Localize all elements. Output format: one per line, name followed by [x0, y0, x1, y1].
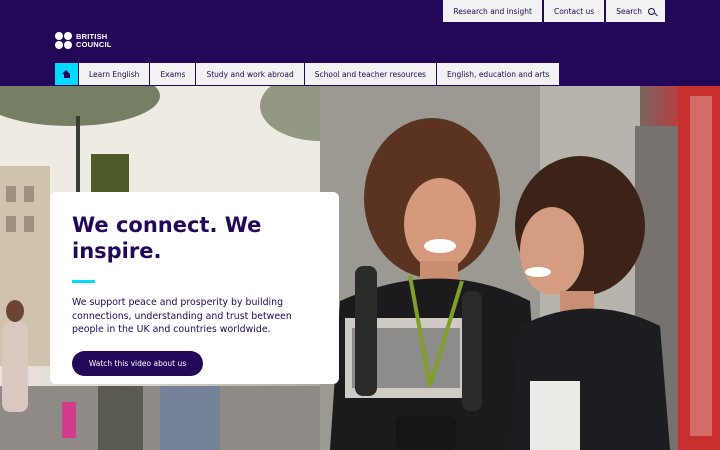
home-icon — [62, 69, 71, 79]
heading-accent-line — [72, 280, 95, 283]
nav-school-teacher-resources-label: School and teacher resources — [314, 69, 426, 79]
main-nav: Learn English Exams Study and work abroa… — [55, 63, 560, 85]
watch-video-button[interactable]: Watch this video about us — [72, 350, 203, 376]
nav-english-education-arts[interactable]: English, education and arts — [436, 63, 560, 85]
hero-heading: We connect. We inspire. — [72, 213, 262, 263]
contact-us-label: Contact us — [553, 6, 595, 16]
nav-study-work-abroad-label: Study and work abroad — [206, 69, 294, 79]
nav-exams[interactable]: Exams — [150, 63, 196, 85]
nav-english-education-arts-label: English, education and arts — [446, 69, 550, 79]
nav-study-work-abroad[interactable]: Study and work abroad — [196, 63, 304, 85]
hero-card: We connect. We inspire. We support peace… — [50, 192, 339, 384]
search-button[interactable]: Search — [606, 0, 665, 22]
hero-body-text: We support peace and prosperity by build… — [72, 297, 292, 335]
research-and-insight-link[interactable]: Research and insight — [443, 0, 542, 22]
contact-us-link[interactable]: Contact us — [543, 0, 605, 22]
site-header: Research and insight Contact us Search B… — [0, 0, 720, 86]
british-council-logo[interactable]: BRITISH COUNCIL — [55, 32, 112, 49]
search-label: Search — [616, 6, 642, 16]
nav-learn-english-label: Learn English — [89, 69, 140, 79]
nav-home[interactable] — [55, 63, 78, 85]
nav-exams-label: Exams — [160, 69, 186, 79]
nav-learn-english[interactable]: Learn English — [79, 63, 150, 85]
search-icon — [648, 7, 655, 15]
logo-line-2: COUNCIL — [76, 39, 112, 49]
nav-school-teacher-resources[interactable]: School and teacher resources — [304, 63, 436, 85]
utility-nav: Research and insight Contact us Search — [443, 0, 665, 22]
research-and-insight-label: Research and insight — [453, 6, 532, 16]
logo-dots-icon — [55, 32, 72, 49]
logo-wordmark: BRITISH COUNCIL — [76, 32, 112, 49]
